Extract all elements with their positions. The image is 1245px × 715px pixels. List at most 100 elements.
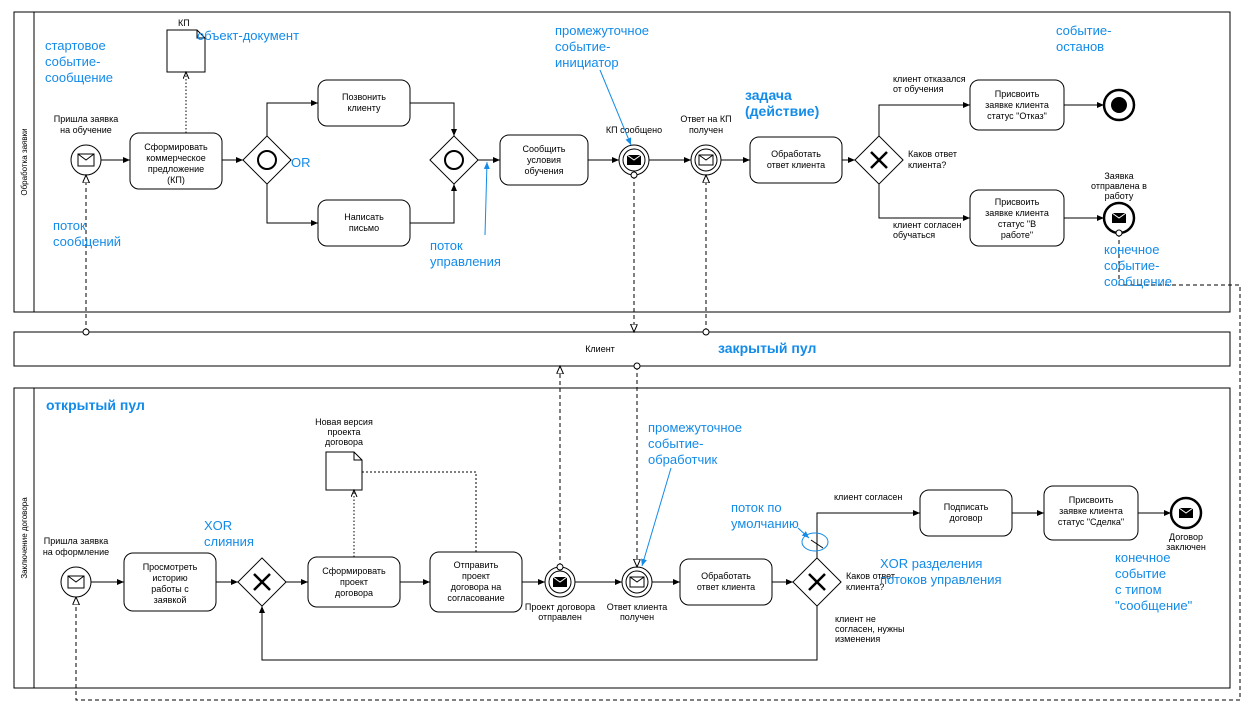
svg-text:обучаться: обучаться — [893, 230, 935, 240]
task-form-project: Сформировать проект договора — [308, 557, 400, 607]
svg-text:получен: получен — [620, 612, 654, 622]
doc-kp: КП — [167, 18, 205, 72]
svg-text:Присвоить: Присвоить — [1069, 495, 1114, 505]
svg-text:промежуточноесобытие-обработчи: промежуточноесобытие-обработчик — [648, 420, 742, 467]
svg-text:коммерческое: коммерческое — [146, 153, 205, 163]
svg-text:договор: договор — [949, 513, 982, 523]
svg-text:Обработать: Обработать — [771, 149, 821, 159]
task-call: Позвонить клиенту — [318, 80, 410, 126]
gw-or-merge — [430, 136, 478, 184]
svg-text:на оформление: на оформление — [43, 547, 109, 557]
svg-text:потоксообщений: потоксообщений — [53, 218, 121, 249]
task-process-ans-3: Обработать ответ клиента — [680, 559, 772, 605]
pool-2-label: Клиент — [585, 344, 615, 354]
svg-text:договора: договора — [335, 588, 373, 598]
svg-text:поток поумолчанию: поток поумолчанию — [731, 500, 799, 531]
task-sign: Подписать договор — [920, 490, 1012, 536]
svg-text:Присвоить: Присвоить — [995, 89, 1040, 99]
task-letter: Написать письмо — [318, 200, 410, 246]
svg-text:Обработать: Обработать — [701, 571, 751, 581]
svg-text:письмо: письмо — [349, 223, 379, 233]
svg-text:ответ клиента: ответ клиента — [767, 160, 825, 170]
svg-text:конечноесобытие-сообщение: конечноесобытие-сообщение — [1104, 242, 1172, 289]
svg-text:историю: историю — [152, 573, 188, 583]
task-inform: Сообщить условия обучения — [500, 135, 588, 185]
evt-project-sent: Проект договора отправлен — [525, 567, 595, 622]
end-terminate — [1104, 90, 1134, 120]
svg-text:стартовоесобытие-сообщение: стартовоесобытие-сообщение — [45, 38, 113, 85]
svg-text:Заявка: Заявка — [1104, 171, 1133, 181]
task-process-ans-1: Обработать ответ клиента — [750, 137, 842, 183]
svg-text:Сформировать: Сформировать — [322, 566, 386, 576]
gw-xor-merge-3 — [238, 558, 286, 606]
svg-text:работу: работу — [1105, 191, 1134, 201]
svg-text:Написать: Написать — [344, 212, 384, 222]
svg-text:XOR разделенияпотоков управлен: XOR разделенияпотоков управления — [880, 556, 1002, 587]
svg-text:Просмотреть: Просмотреть — [143, 562, 198, 572]
svg-text:проект: проект — [462, 571, 490, 581]
evt-response: Ответ на КП получен — [680, 114, 731, 175]
svg-text:Проект договора: Проект договора — [525, 602, 595, 612]
svg-text:статус "Отказ": статус "Отказ" — [987, 111, 1047, 121]
task-status-deal: Присвоить заявке клиента статус "Сделка" — [1044, 486, 1138, 540]
svg-text:от обучения: от обучения — [893, 84, 944, 94]
svg-text:обучения: обучения — [524, 166, 563, 176]
svg-text:клиент согласен: клиент согласен — [834, 492, 902, 502]
svg-text:заявке клиента: заявке клиента — [985, 100, 1049, 110]
svg-text:работы с: работы с — [151, 584, 189, 594]
svg-text:Позвонить: Позвонить — [342, 92, 386, 102]
svg-text:получен: получен — [689, 125, 723, 135]
task-status-work: Присвоить заявке клиента статус "В работ… — [970, 190, 1064, 246]
svg-text:отправлена в: отправлена в — [1091, 181, 1147, 191]
svg-text:задача(действие): задача(действие) — [745, 87, 819, 119]
svg-text:Пришла заявка: Пришла заявка — [44, 536, 108, 546]
svg-text:XORслияния: XORслияния — [204, 518, 254, 549]
svg-text:(КП): (КП) — [167, 175, 185, 185]
bpmn-diagram: Обработка заявки КП Пришла заявка на обу… — [0, 0, 1245, 715]
svg-text:заявке клиента: заявке клиента — [985, 208, 1049, 218]
svg-text:Ответ на КП: Ответ на КП — [680, 114, 731, 124]
doc-new-version: Новая версия проекта договора — [315, 417, 373, 490]
svg-text:клиент не: клиент не — [835, 614, 876, 624]
svg-text:клиента?: клиента? — [846, 582, 884, 592]
svg-text:Пришла заявка: Пришла заявка — [54, 114, 118, 124]
svg-text:объект-документ: объект-документ — [197, 28, 299, 43]
svg-text:проект: проект — [340, 577, 368, 587]
svg-text:КП сообщено: КП сообщено — [606, 125, 662, 135]
start-event-3: Пришла заявка на оформление — [43, 536, 109, 597]
svg-text:изменения: изменения — [835, 634, 880, 644]
task-form-kp: Сформировать коммерческое предложение (К… — [130, 133, 222, 189]
svg-text:ответ клиента: ответ клиента — [697, 582, 755, 592]
svg-text:Сообщить: Сообщить — [523, 144, 566, 154]
pool-1-label: Обработка заявки — [20, 128, 29, 195]
svg-text:Подписать: Подписать — [944, 502, 989, 512]
svg-text:конечноесобытиес типом"сообщен: конечноесобытиес типом"сообщение" — [1115, 550, 1193, 613]
pool-3-label: Заключение договора — [20, 497, 29, 579]
svg-text:Присвоить: Присвоить — [995, 197, 1040, 207]
svg-text:согласование: согласование — [447, 593, 504, 603]
end-msg-3: Договор заключен — [1166, 498, 1206, 552]
svg-text:потокуправления: потокуправления — [430, 238, 501, 269]
start-event-1: Пришла заявка на обучение — [54, 114, 118, 175]
svg-text:договора: договора — [325, 437, 363, 447]
svg-text:клиент согласен: клиент согласен — [893, 220, 961, 230]
svg-text:договора на: договора на — [451, 582, 502, 592]
svg-text:согласен, нужны: согласен, нужны — [835, 624, 904, 634]
pool-2-closed: Клиент — [14, 332, 1230, 366]
svg-text:закрытый пул: закрытый пул — [718, 340, 816, 356]
svg-text:клиенту: клиенту — [347, 103, 381, 113]
svg-text:Договор: Договор — [1169, 532, 1203, 542]
evt-kp-sent: КП сообщено — [606, 125, 662, 175]
svg-text:Каков ответ: Каков ответ — [908, 149, 957, 159]
svg-text:на обучение: на обучение — [60, 125, 112, 135]
svg-text:предложение: предложение — [148, 164, 204, 174]
svg-text:статус "В: статус "В — [998, 219, 1036, 229]
task-status-refuse: Присвоить заявке клиента статус "Отказ" — [970, 80, 1064, 130]
svg-text:условия: условия — [527, 155, 561, 165]
svg-text:клиента?: клиента? — [908, 160, 946, 170]
svg-text:статус "Сделка": статус "Сделка" — [1058, 517, 1124, 527]
svg-text:Новая версия: Новая версия — [315, 417, 373, 427]
svg-text:Ответ клиента: Ответ клиента — [607, 602, 667, 612]
svg-text:Отправить: Отправить — [454, 560, 499, 570]
svg-text:промежуточноесобытие-инициатор: промежуточноесобытие-инициатор — [555, 23, 649, 70]
